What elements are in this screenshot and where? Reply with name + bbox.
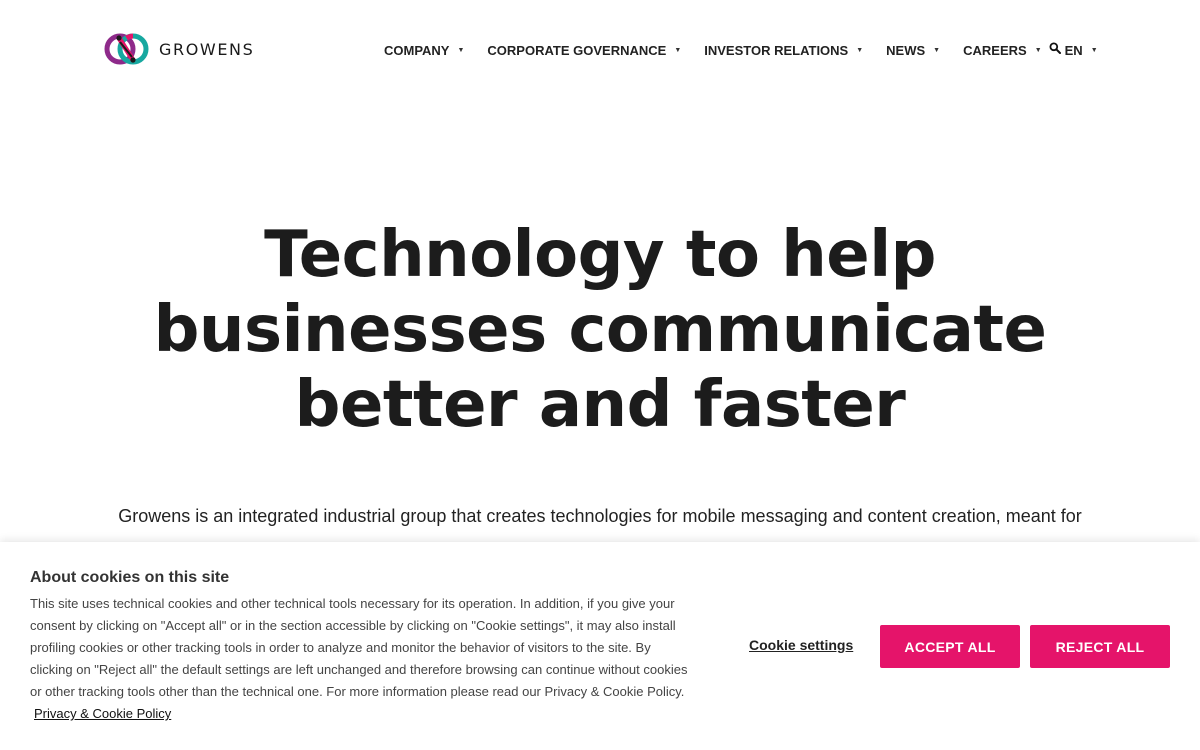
nav-label: CORPORATE GOVERNANCE <box>487 42 667 58</box>
cookie-banner-text: This site uses technical cookies and oth… <box>30 593 695 725</box>
reject-all-button[interactable]: REJECT ALL <box>1030 625 1170 668</box>
main-nav: COMPANY ▼ CORPORATE GOVERNANCE ▼ INVESTO… <box>384 40 1121 60</box>
search-icon <box>1049 42 1061 54</box>
growens-logo[interactable]: GROWENS <box>102 31 254 67</box>
caret-down-icon: ▼ <box>856 46 864 54</box>
growens-logo-mark-icon <box>104 33 149 65</box>
cookie-banner-title: About cookies on this site <box>30 569 230 586</box>
nav-item-language[interactable]: EN ▼ <box>1065 43 1098 58</box>
caret-down-icon: ▼ <box>1090 46 1098 54</box>
privacy-policy-link[interactable]: Privacy & Cookie Policy <box>34 706 171 721</box>
cookie-banner: About cookies on this site This site use… <box>0 542 1200 750</box>
cookie-settings-link[interactable]: Cookie settings <box>749 637 853 653</box>
nav-item-news[interactable]: NEWS ▼ <box>886 43 940 58</box>
nav-item-company[interactable]: COMPANY ▼ <box>384 43 464 58</box>
caret-down-icon: ▼ <box>457 46 465 54</box>
nav-item-careers[interactable]: CAREERS ▼ <box>963 43 1042 58</box>
brand-name: GROWENS <box>159 39 255 59</box>
nav-label: INVESTOR RELATIONS <box>704 42 849 58</box>
nav-label: CAREERS <box>963 42 1027 58</box>
hero-subtitle: Growens is an integrated industrial grou… <box>118 506 1082 526</box>
nav-label: COMPANY <box>384 42 450 58</box>
site-header: GROWENS COMPANY ▼ CORPORATE GOVERNANCE ▼… <box>0 0 1200 100</box>
cookie-banner-body: This site uses technical cookies and oth… <box>30 596 688 699</box>
hero-title-line: Technology to help <box>264 218 936 292</box>
hero-title: Technology to help businesses communicat… <box>100 218 1100 443</box>
accept-all-button[interactable]: ACCEPT ALL <box>880 625 1020 668</box>
search-button[interactable] <box>1049 41 1063 55</box>
hero-title-line: better and faster <box>294 368 906 442</box>
caret-down-icon: ▼ <box>933 46 941 54</box>
caret-down-icon: ▼ <box>674 46 682 54</box>
caret-down-icon: ▼ <box>1034 46 1042 54</box>
nav-item-corporate-governance[interactable]: CORPORATE GOVERNANCE ▼ <box>487 43 681 58</box>
hero-title-line: businesses communicate <box>153 293 1047 367</box>
nav-label: NEWS <box>886 42 926 58</box>
nav-label: EN <box>1064 42 1083 58</box>
nav-item-investor-relations[interactable]: INVESTOR RELATIONS ▼ <box>704 43 863 58</box>
